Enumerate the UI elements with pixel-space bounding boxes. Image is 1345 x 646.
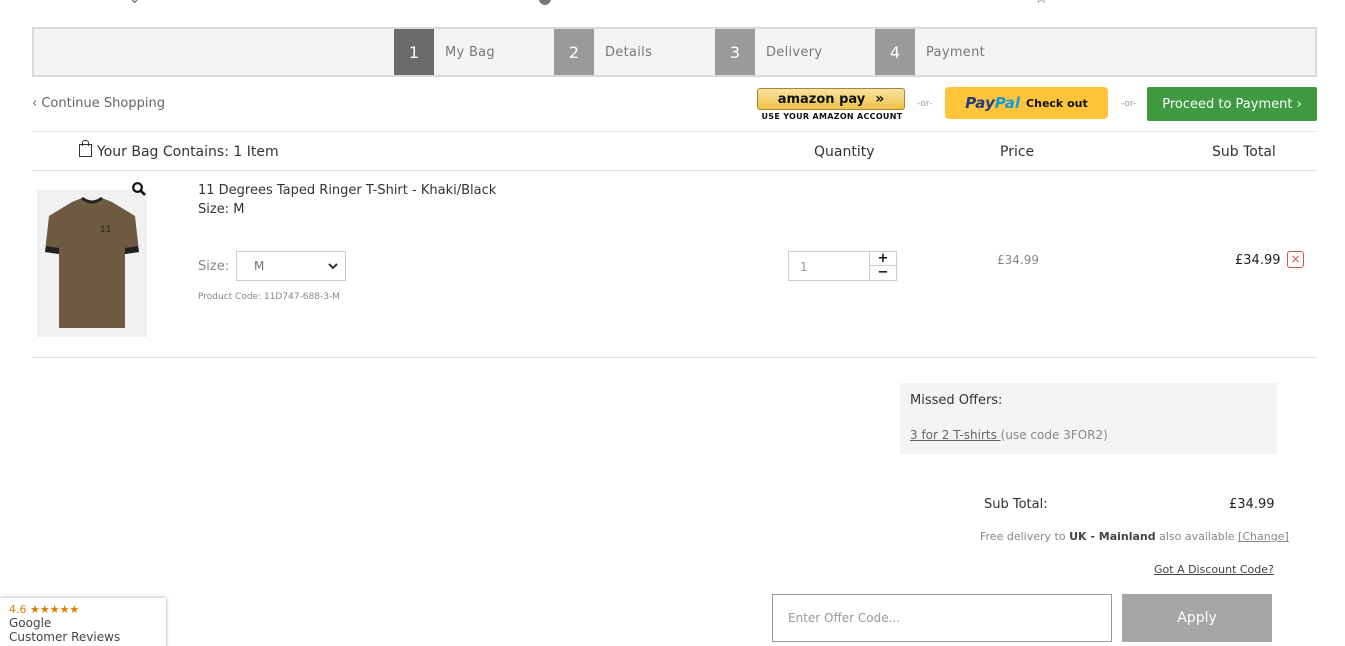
google-rating: 4.6 ★★★★★ [9, 603, 80, 616]
quantity-decrease-button[interactable]: − [870, 266, 896, 280]
divider [32, 131, 1317, 132]
star-icon: ☆ [1034, 0, 1048, 6]
step-delivery[interactable]: 3 Delivery [715, 29, 875, 75]
paypal-checkout-label: Check out [1026, 96, 1088, 110]
offer-line: 3 for 2 T-shirts (use code 3FOR2) [910, 428, 1108, 442]
discount-code-link[interactable]: Got A Discount Code? [1154, 563, 1274, 576]
step-my-bag[interactable]: 1 My Bag [394, 29, 554, 75]
delivery-region: UK - Mainland [1069, 530, 1156, 543]
svg-text:11: 11 [100, 225, 111, 235]
step-number: 4 [875, 29, 915, 75]
step-label: My Bag [445, 44, 495, 60]
subtotal-header: Sub Total [1212, 144, 1276, 160]
step-number: 2 [554, 29, 594, 75]
paypal-logo: PayPal [965, 94, 1021, 112]
chevron-down-icon [328, 263, 338, 270]
product-size: Size: M [198, 202, 245, 217]
change-delivery-link[interactable]: [Change] [1238, 530, 1289, 543]
or-separator: -or- [1121, 99, 1137, 109]
divider [32, 357, 1317, 358]
product-image[interactable]: 11 [37, 190, 147, 337]
remove-item-icon[interactable]: × [1287, 251, 1304, 268]
amazon-pay-button[interactable]: amazon pay » USE YOUR AMAZON ACCOUNT [757, 88, 907, 122]
customer-reviews-label: Customer Reviews [9, 630, 121, 644]
delivery-info: Free delivery to UK - Mainland also avai… [980, 530, 1289, 543]
item-subtotal: £34.99 [1235, 253, 1281, 268]
shopping-bag-icon [79, 140, 92, 157]
missed-offers-panel: Missed Offers: 3 for 2 T-shirts (use cod… [900, 383, 1277, 454]
offer-link[interactable]: 3 for 2 T-shirts [910, 428, 1001, 442]
step-label: Delivery [766, 44, 823, 60]
amazon-pay-logo: amazon pay » [757, 88, 905, 110]
subtotal-label: Sub Total: [984, 497, 1048, 512]
checkout-steps: 1 My Bag 2 Details 3 Delivery 4 Payment [32, 27, 1317, 77]
paypal-checkout-button[interactable]: PayPal Check out [945, 87, 1108, 119]
size-label: Size: [198, 259, 230, 274]
amazon-pay-caption: USE YOUR AMAZON ACCOUNT [761, 112, 903, 121]
google-label: Google [9, 616, 52, 630]
subtotal-value: £34.99 [1229, 497, 1275, 512]
step-number: 1 [394, 29, 434, 75]
product-code: Product Code: 11D747-688-3-M [198, 292, 340, 302]
quantity-stepper: 1 + − [788, 251, 897, 281]
zoom-icon[interactable] [131, 181, 147, 197]
product-name[interactable]: 11 Degrees Taped Ringer T-Shirt - Khaki/… [198, 183, 496, 198]
quantity-increase-button[interactable]: + [870, 252, 896, 266]
item-price: £34.99 [997, 253, 1039, 267]
bag-contains-heading: Your Bag Contains: 1 Item [79, 140, 279, 160]
continue-shopping-link[interactable]: ‹ Continue Shopping [32, 96, 165, 111]
circle-icon: ● [538, 0, 552, 6]
price-header: Price [1000, 144, 1035, 160]
top-edge-icons: ⌄ ● ☆ [0, 0, 1345, 6]
quantity-header: Quantity [814, 144, 875, 160]
chevron-down-icon: ⌄ [128, 0, 141, 6]
quantity-input[interactable]: 1 [800, 260, 808, 274]
offer-code-note: (use code 3FOR2) [1000, 428, 1108, 442]
step-label: Details [605, 44, 653, 60]
missed-offers-title: Missed Offers: [910, 393, 1003, 408]
apply-button[interactable]: Apply [1122, 594, 1272, 642]
step-label: Payment [926, 44, 986, 60]
step-number: 3 [715, 29, 755, 75]
size-select[interactable]: M [236, 251, 346, 281]
offer-code-input[interactable]: Enter Offer Code... [772, 594, 1112, 642]
step-details[interactable]: 2 Details [554, 29, 714, 75]
or-separator: -or- [917, 99, 933, 109]
divider [32, 170, 1317, 171]
double-chevron-right-icon: » [875, 91, 885, 107]
proceed-to-payment-button[interactable]: Proceed to Payment › [1147, 87, 1317, 121]
step-payment[interactable]: 4 Payment [875, 29, 1035, 75]
google-reviews-badge[interactable]: 4.6 ★★★★★ Google Customer Reviews [0, 598, 166, 646]
